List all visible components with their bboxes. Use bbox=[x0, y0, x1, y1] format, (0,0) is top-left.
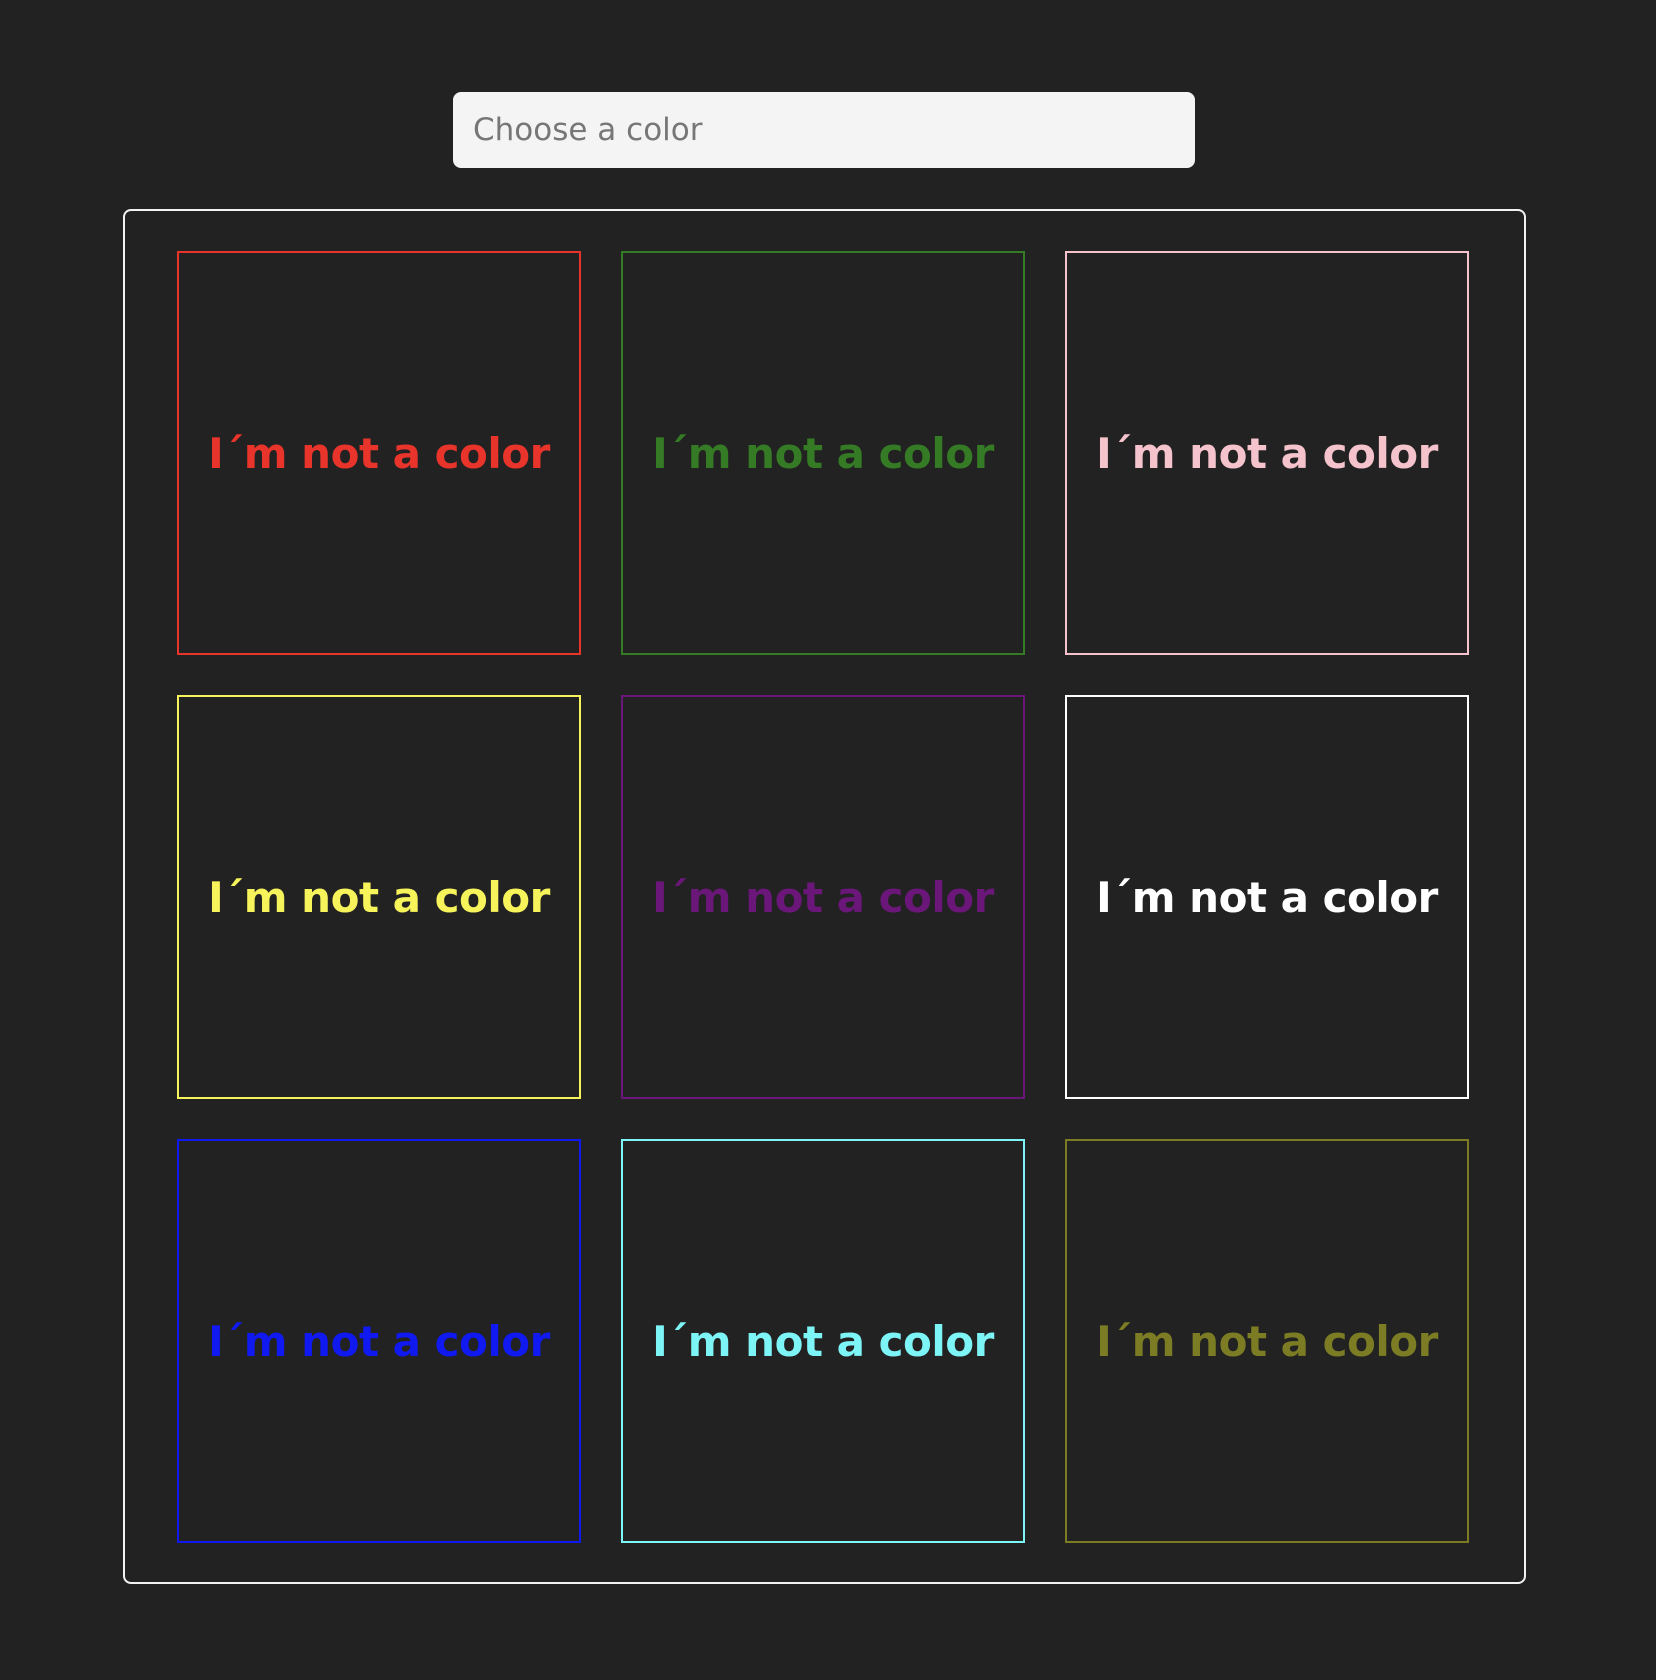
color-tile-3[interactable]: I´m not a color bbox=[1065, 251, 1469, 655]
color-tile-7[interactable]: I´m not a color bbox=[177, 1139, 581, 1543]
tile-label: I´m not a color bbox=[1096, 872, 1438, 922]
tile-label: I´m not a color bbox=[1096, 1316, 1438, 1366]
tile-label: I´m not a color bbox=[652, 872, 994, 922]
color-tile-6[interactable]: I´m not a color bbox=[1065, 695, 1469, 1099]
tile-label: I´m not a color bbox=[208, 1316, 550, 1366]
color-tile-4[interactable]: I´m not a color bbox=[177, 695, 581, 1099]
color-tile-9[interactable]: I´m not a color bbox=[1065, 1139, 1469, 1543]
tile-label: I´m not a color bbox=[208, 428, 550, 478]
color-tile-1[interactable]: I´m not a color bbox=[177, 251, 581, 655]
color-tile-5[interactable]: I´m not a color bbox=[621, 695, 1025, 1099]
color-tile-8[interactable]: I´m not a color bbox=[621, 1139, 1025, 1543]
color-tile-2[interactable]: I´m not a color bbox=[621, 251, 1025, 655]
tile-label: I´m not a color bbox=[652, 1316, 994, 1366]
color-search-input[interactable] bbox=[453, 92, 1195, 168]
tile-label: I´m not a color bbox=[208, 872, 550, 922]
color-grid: I´m not a color I´m not a color I´m not … bbox=[123, 209, 1526, 1584]
tile-label: I´m not a color bbox=[652, 428, 994, 478]
tile-label: I´m not a color bbox=[1096, 428, 1438, 478]
